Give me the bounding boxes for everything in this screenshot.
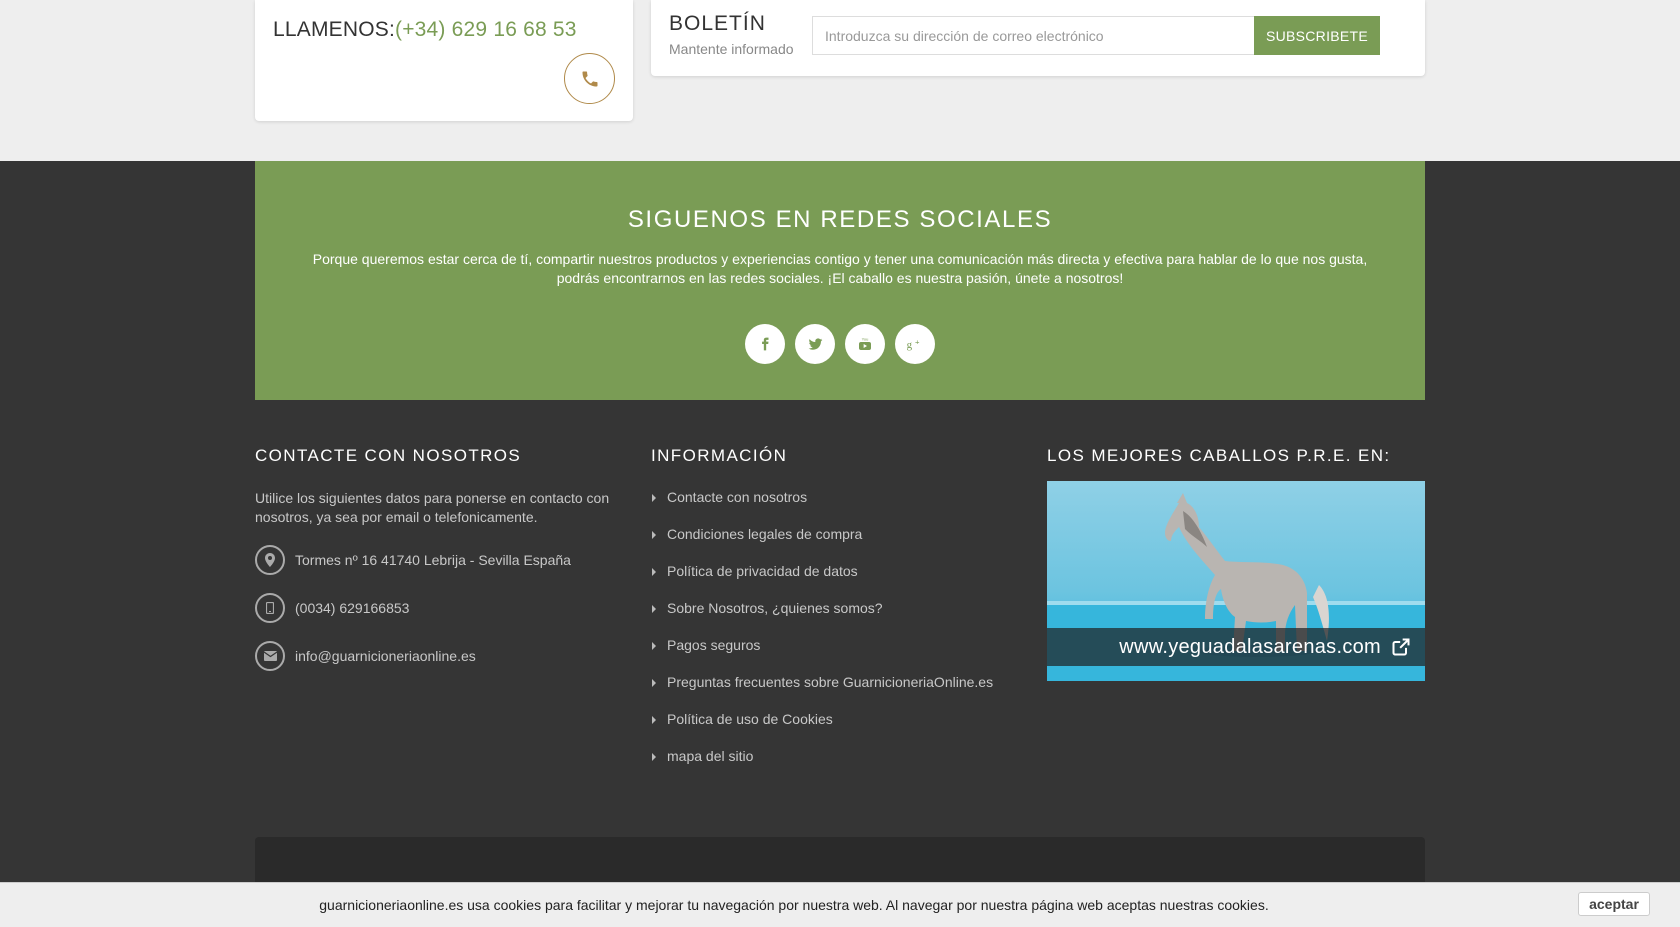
phone-icon[interactable]: [564, 53, 615, 104]
caret-right-icon: [652, 642, 656, 650]
info-link-label[interactable]: Política de uso de Cookies: [667, 711, 833, 727]
horse-promo-banner[interactable]: www.yeguadalasarenas.com: [1047, 481, 1425, 681]
call-us-title: LLAMENOS:(+34) 629 16 68 53: [273, 18, 577, 42]
info-link-label[interactable]: Política de privacidad de datos: [667, 563, 858, 579]
call-us-label: LLAMENOS:: [273, 18, 396, 41]
promo-link-bar[interactable]: www.yeguadalasarenas.com: [1047, 628, 1425, 666]
info-link-label[interactable]: Pagos seguros: [667, 637, 760, 653]
contact-email: info@guarnicioneriaonline.es: [255, 641, 476, 671]
info-link-label[interactable]: Condiciones legales de compra: [667, 526, 862, 542]
caret-right-icon: [652, 605, 656, 613]
address-text: Tormes nº 16 41740 Lebrija - Sevilla Esp…: [295, 552, 571, 568]
social-text: Porque queremos estar cerca de tí, compa…: [312, 251, 1368, 286]
svg-text:You: You: [862, 337, 869, 342]
caret-right-icon: [652, 531, 656, 539]
info-link[interactable]: mapa del sitio: [651, 748, 993, 785]
caret-right-icon: [652, 753, 656, 761]
cookie-bar: guarnicioneriaonline.es usa cookies para…: [0, 882, 1680, 927]
info-link[interactable]: Condiciones legales de compra: [651, 526, 993, 563]
call-us-number[interactable]: (+34) 629 16 68 53: [395, 18, 577, 41]
info-link[interactable]: Política de privacidad de datos: [651, 563, 993, 600]
info-link-label[interactable]: mapa del sitio: [667, 748, 753, 764]
svg-text:+: +: [915, 338, 920, 347]
contact-text: Utilice los siguientes datos para poners…: [255, 490, 610, 525]
cookie-text: guarnicioneriaonline.es usa cookies para…: [319, 897, 1269, 913]
newsletter-box: BOLETÍN Mantente informado SUBSCRIBETE: [651, 0, 1425, 76]
contact-address: Tormes nº 16 41740 Lebrija - Sevilla Esp…: [255, 545, 571, 575]
info-link[interactable]: Contacte con nosotros: [651, 489, 993, 526]
caret-right-icon: [652, 494, 656, 502]
external-link-icon: [1392, 638, 1410, 656]
email-link[interactable]: info@guarnicioneriaonline.es: [295, 648, 476, 664]
phone-text: (0034) 629166853: [295, 600, 410, 616]
info-link-label[interactable]: Contacte con nosotros: [667, 489, 807, 505]
info-link-label[interactable]: Sobre Nosotros, ¿quienes somos?: [667, 600, 883, 616]
svg-text:g: g: [907, 339, 913, 351]
newsletter-title: BOLETÍN: [669, 12, 766, 35]
caret-right-icon: [652, 568, 656, 576]
info-link-label[interactable]: Preguntas frecuentes sobre Guarnicioneri…: [667, 674, 993, 690]
info-link[interactable]: Preguntas frecuentes sobre Guarnicioneri…: [651, 674, 993, 711]
newsletter-email-input[interactable]: [812, 16, 1256, 55]
info-links: Contacte con nosotros Condiciones legale…: [651, 489, 993, 785]
social-section: SIGUENOS EN REDES SOCIALES Porque querem…: [255, 161, 1425, 400]
caret-right-icon: [652, 716, 656, 724]
info-link[interactable]: Pagos seguros: [651, 637, 993, 674]
envelope-icon: [255, 641, 285, 671]
contact-phone: (0034) 629166853: [255, 593, 409, 623]
map-marker-icon: [255, 545, 285, 575]
subscribe-button[interactable]: SUBSCRIBETE: [1254, 16, 1380, 55]
google-plus-icon[interactable]: g +: [895, 324, 935, 364]
facebook-icon[interactable]: [745, 324, 785, 364]
newsletter-subtitle: Mantente informado: [669, 41, 794, 57]
promo-link-text[interactable]: www.yeguadalasarenas.com: [1119, 636, 1381, 659]
info-link[interactable]: Sobre Nosotros, ¿quienes somos?: [651, 600, 993, 637]
promo-title: LOS MEJORES CABALLOS P.R.E. EN:: [1047, 446, 1391, 465]
call-us-box: LLAMENOS:(+34) 629 16 68 53: [255, 0, 633, 121]
social-icons: You g +: [255, 324, 1425, 364]
info-title: INFORMACIÓN: [651, 446, 788, 465]
cookie-accept-button[interactable]: aceptar: [1578, 892, 1650, 916]
youtube-icon[interactable]: You: [845, 324, 885, 364]
info-link[interactable]: Política de uso de Cookies: [651, 711, 993, 748]
contact-title: CONTACTE CON NOSOTROS: [255, 446, 522, 465]
caret-right-icon: [652, 679, 656, 687]
twitter-icon[interactable]: [795, 324, 835, 364]
mobile-icon: [255, 593, 285, 623]
social-title: SIGUENOS EN REDES SOCIALES: [627, 206, 1053, 233]
